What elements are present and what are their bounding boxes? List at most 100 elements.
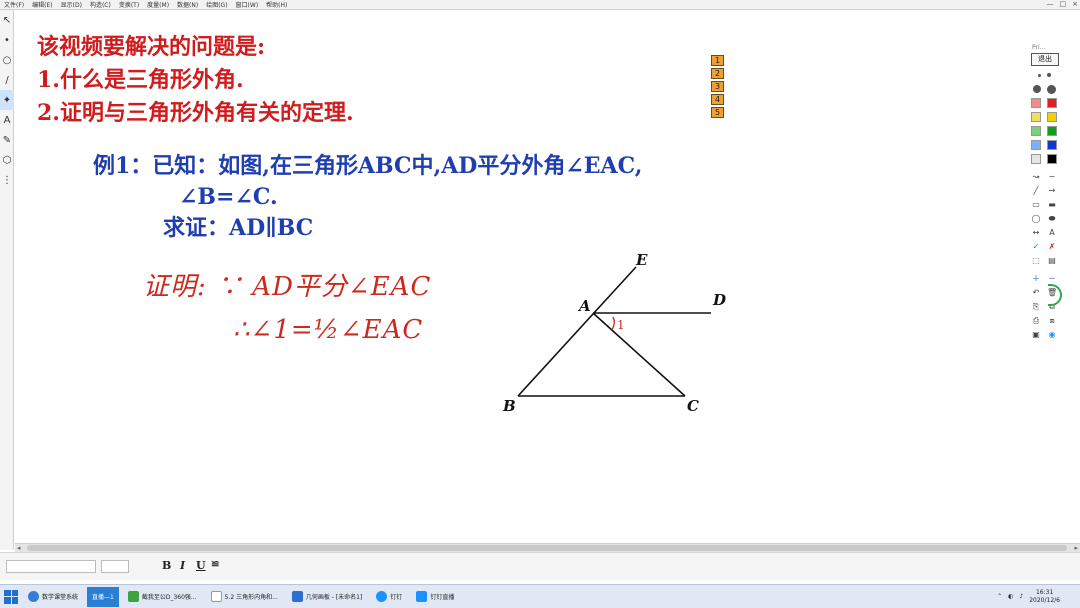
color-swatch-light-red[interactable] [1031, 98, 1041, 108]
cross-icon[interactable]: ✗ [1047, 242, 1057, 252]
menu-window[interactable]: 窗口(W) [232, 0, 263, 9]
menu-measure[interactable]: 度量(M) [143, 0, 173, 9]
taskbar-item-label: 5.2 三角形内角和... [224, 594, 278, 601]
problem-item-1: 1.什么是三角形外角. [37, 67, 244, 93]
wave-pen-icon[interactable]: ∼ [1047, 172, 1057, 182]
color-swatch-yellow[interactable] [1047, 112, 1057, 122]
board-icon[interactable]: ▤ [1047, 256, 1057, 266]
compass-tool-icon[interactable]: ○ [0, 50, 14, 70]
exit-button[interactable]: 退出 [1031, 53, 1059, 66]
step-button-3[interactable]: 3 [711, 81, 724, 92]
copy-icon[interactable]: ⎘ [1031, 302, 1041, 312]
large-dot-icon[interactable] [1046, 84, 1056, 94]
symbol-palette-icon[interactable]: ≌ [211, 559, 219, 570]
arrow-tool-icon[interactable]: → [1047, 186, 1057, 196]
custom-tool-icon[interactable]: ⬡ [0, 150, 14, 170]
taskbar-item-4[interactable]: 5.2 三角形内角和... [206, 587, 283, 607]
step-button-2[interactable]: 2 [711, 68, 724, 79]
taskbar-item-label: 几何画板 - [未命名1] [305, 594, 363, 601]
menu-graph[interactable]: 绘图(G) [202, 0, 231, 9]
menu-edit[interactable]: 编辑(E) [28, 0, 56, 9]
menu-transform[interactable]: 变换(T) [115, 0, 143, 9]
example-1: 例1：已知：如图,在三角形ABC中,AD平分外角∠EAC, ∠B=∠C. 求证：… [93, 151, 642, 244]
screenshot-icon[interactable]: ⧈ [1047, 316, 1057, 326]
select-region-icon[interactable]: ⬚ [1031, 256, 1041, 266]
taskbar-item-label: 钉钉直播 [430, 594, 455, 601]
text-icon[interactable]: A [1047, 228, 1057, 238]
menu-construct[interactable]: 构造(C) [86, 0, 115, 9]
record-icon[interactable]: ◉ [1047, 330, 1057, 340]
more-tools-icon[interactable]: ⋮ [0, 170, 14, 190]
large-dot-icon[interactable] [1032, 85, 1041, 93]
menu-data[interactable]: 数据(N) [173, 0, 202, 9]
volume-icon[interactable]: ♪ [1019, 593, 1023, 600]
close-button[interactable]: × [1072, 0, 1078, 10]
zoom-in-icon[interactable]: ＋ [1031, 274, 1041, 284]
step-button-5[interactable]: 5 [711, 107, 724, 118]
taskbar-item-2[interactable]: 直播—1 [87, 586, 119, 607]
taskbar-item-1[interactable]: 数学课堂系统 [23, 587, 83, 607]
triangle-figure: 1 E A D B C [502, 251, 726, 415]
menu-help[interactable]: 帮助(H) [262, 0, 291, 9]
taskbar-item-5[interactable]: 几何画板 - [未命名1] [287, 587, 367, 607]
step-button-1[interactable]: 1 [711, 55, 724, 66]
line-tool-icon[interactable]: ╱ [1031, 186, 1041, 196]
network-icon[interactable]: ◐ [1008, 593, 1013, 600]
print-icon[interactable]: ⎙ [1031, 316, 1041, 326]
rectangle-icon[interactable]: ▭ [1031, 200, 1041, 210]
filled-ellipse-icon[interactable]: ⬬ [1047, 214, 1057, 224]
italic-button[interactable]: I [180, 559, 185, 572]
menu-file[interactable]: 文件(F) [0, 0, 28, 9]
taskbar-item-label: 直播—1 [92, 594, 114, 601]
menu-bar: 文件(F) 编辑(E) 显示(D) 构造(C) 变换(T) 度量(M) 数据(N… [0, 0, 1080, 10]
maximize-button[interactable]: □ [1060, 0, 1067, 10]
font-family-dropdown[interactable] [6, 560, 96, 573]
straightedge-tool-icon[interactable]: / [0, 70, 14, 90]
marker-tool-icon[interactable]: ✦ [0, 90, 14, 110]
small-dot-icon[interactable] [1037, 73, 1041, 77]
select-arrow-tool-icon[interactable]: ↖ [0, 10, 14, 30]
point-B-label: B [502, 397, 516, 415]
minimize-button[interactable]: — [1047, 0, 1054, 10]
horizontal-scrollbar[interactable]: ◂ ▸ [15, 543, 1080, 552]
font-size-dropdown[interactable] [101, 560, 129, 573]
small-dot-icon[interactable] [1046, 73, 1051, 77]
handwritten-proof-line-1: 证明: ∵ AD平分∠EAC [143, 272, 432, 302]
scroll-right-icon[interactable]: ▸ [1074, 544, 1078, 552]
menu-display[interactable]: 显示(D) [57, 0, 86, 9]
tray-arrow-icon[interactable]: ⌃ [997, 593, 1002, 600]
taskbar-item-6[interactable]: 钉钉 [371, 587, 407, 607]
ellipse-icon[interactable]: ◯ [1031, 214, 1041, 224]
taskbar-item-7[interactable]: 钉钉直播 [411, 587, 459, 607]
window-controls: — □ × [1047, 0, 1079, 10]
color-swatch-blue[interactable] [1047, 140, 1057, 150]
windows-start-icon[interactable] [4, 589, 18, 604]
scroll-left-icon[interactable]: ◂ [17, 544, 21, 552]
color-swatch-light-green[interactable] [1031, 126, 1041, 136]
problem-list: 该视频要解决的问题是: 1.什么是三角形外角. 2.证明与三角形外角有关的定理. [37, 31, 354, 130]
color-swatch-white[interactable] [1031, 154, 1041, 164]
image-icon[interactable]: ▣ [1031, 330, 1041, 340]
text-tool-icon[interactable]: A [0, 110, 14, 130]
pen-size-row-1 [1022, 70, 1066, 80]
color-swatch-light-yellow[interactable] [1031, 112, 1041, 122]
sketch-canvas[interactable]: 该视频要解决的问题是: 1.什么是三角形外角. 2.证明与三角形外角有关的定理.… [15, 11, 1021, 543]
bold-button[interactable]: B [162, 559, 171, 572]
color-swatch-red[interactable] [1047, 98, 1057, 108]
clock[interactable]: 16:31 2020/12/6 [1029, 589, 1060, 605]
color-swatch-light-blue[interactable] [1031, 140, 1041, 150]
pencil-tool-icon[interactable]: ✎ [0, 130, 14, 150]
underline-button[interactable]: U [196, 559, 206, 572]
scrollbar-thumb[interactable] [27, 545, 1067, 551]
undo-icon[interactable]: ↶ [1031, 288, 1041, 298]
color-swatch-black[interactable] [1047, 154, 1057, 164]
zoom-out-icon[interactable]: － [1047, 274, 1057, 284]
step-button-4[interactable]: 4 [711, 94, 724, 105]
filled-rectangle-icon[interactable]: ▬ [1047, 200, 1057, 210]
double-arrow-icon[interactable]: ↔ [1031, 228, 1041, 238]
color-swatch-green[interactable] [1047, 126, 1057, 136]
point-tool-icon[interactable]: • [0, 30, 14, 50]
curve-pen-icon[interactable]: ↝ [1031, 172, 1041, 182]
taskbar-item-3[interactable]: 截我至公D_360强... [123, 587, 202, 607]
check-icon[interactable]: ✓ [1031, 242, 1041, 252]
